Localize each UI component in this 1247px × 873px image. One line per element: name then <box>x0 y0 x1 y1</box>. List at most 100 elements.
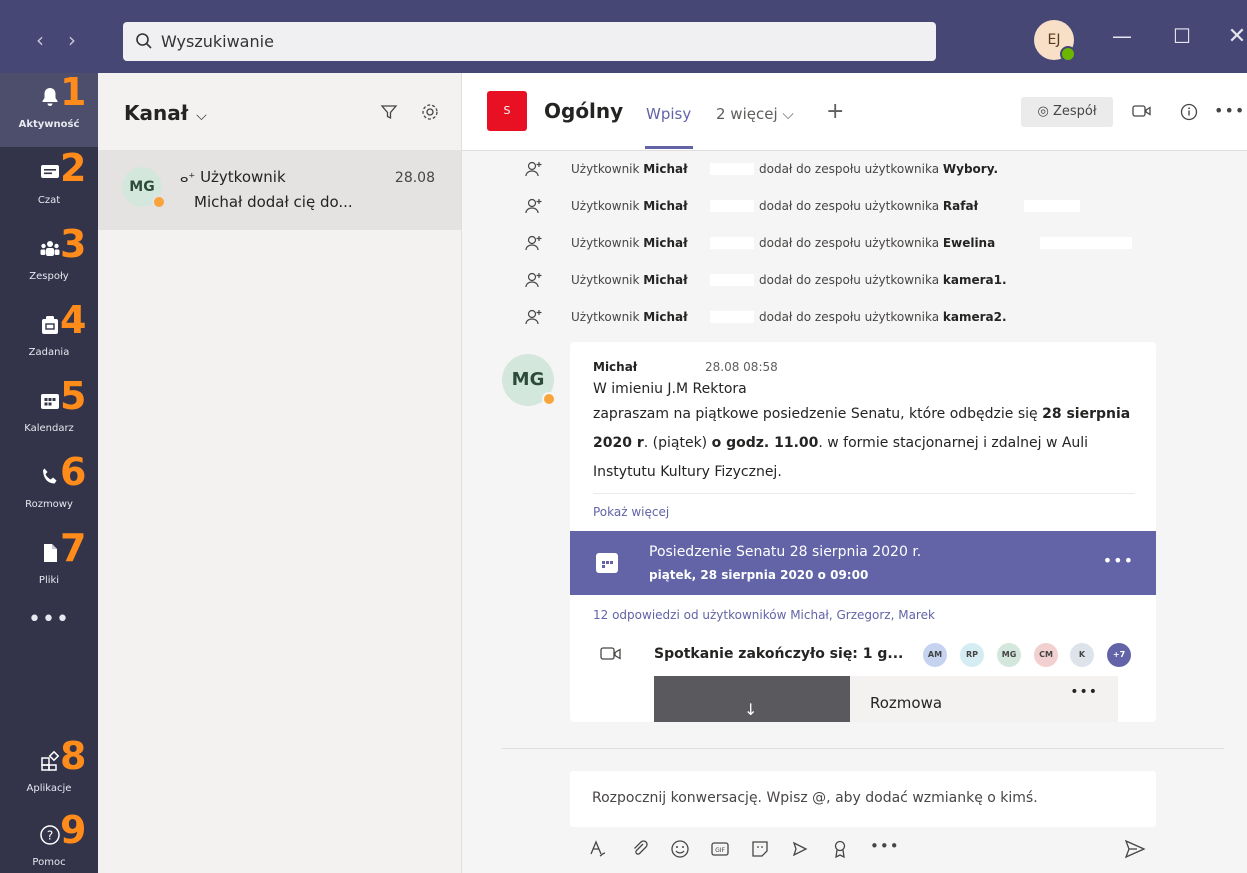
search-box[interactable]: Wyszukiwanie <box>123 22 936 61</box>
user-avatar[interactable]: EJ <box>1034 20 1076 62</box>
send-icon <box>1124 839 1146 859</box>
praise-icon[interactable] <box>830 839 850 863</box>
meet-video-icon[interactable] <box>1132 103 1152 123</box>
channel-title: Ogólny <box>544 99 624 123</box>
post-author-avatar[interactable]: MG <box>502 354 556 406</box>
rail-item-teams[interactable]: Zespoły 3 <box>0 225 98 299</box>
overlay-number: 7 <box>60 526 87 570</box>
team-avatar[interactable]: S <box>487 91 527 131</box>
calendar-icon <box>41 394 59 409</box>
avatar: MG <box>122 167 166 209</box>
replies-link[interactable]: 12 odpowiedzi od użytkowników Michał, Gr… <box>593 608 935 622</box>
recording-card[interactable]: Rozmowa ••• <box>850 676 1118 722</box>
user-add-icon <box>525 161 542 177</box>
gear-icon[interactable] <box>421 103 439 125</box>
compose-box[interactable]: Rozpocznij konwersację. Wpisz @, aby dod… <box>570 771 1156 827</box>
overlay-number: 3 <box>60 222 87 266</box>
back-arrow-icon[interactable]: ‹ <box>24 28 56 52</box>
info-icon[interactable] <box>1180 103 1198 125</box>
system-message-action: dodał do zespołu użytkownika kamera1. <box>759 273 1007 287</box>
overlay-number: 5 <box>60 374 87 418</box>
compose-placeholder: Rozpocznij konwersację. Wpisz @, aby dod… <box>592 790 1038 806</box>
rail-item-calendar[interactable]: Kalendarz 5 <box>0 377 98 451</box>
sticker-icon[interactable] <box>750 839 770 863</box>
participant-avatar[interactable]: RP <box>960 643 984 667</box>
recording-title: Rozmowa <box>870 694 943 712</box>
activity-feed-item[interactable]: MG ⴰ⁺ Użytkownik 28.08 Michał dodał cię … <box>98 150 461 230</box>
overlay-number: 2 <box>60 146 87 190</box>
chevron-down-icon: ⌵ <box>196 108 207 124</box>
redaction <box>710 274 754 286</box>
panel-actions <box>362 103 439 125</box>
post-line: W imieniu J.M Rektora <box>593 381 747 397</box>
bell-icon <box>42 88 58 106</box>
gif-icon[interactable]: GIF <box>710 839 730 863</box>
participant-avatar[interactable]: K <box>1070 643 1094 667</box>
send-button[interactable] <box>1124 839 1146 863</box>
tab-posts[interactable]: Wpisy <box>646 105 691 123</box>
sys-action: dodał do zespołu użytkownika <box>759 199 940 213</box>
panel-title[interactable]: Kanał ⌵ <box>124 101 207 125</box>
forward-arrow-icon[interactable]: › <box>56 28 88 52</box>
participant-avatar[interactable]: MG <box>997 643 1021 667</box>
more-participants-badge[interactable]: +7 <box>1107 643 1131 667</box>
more-options-icon[interactable]: ••• <box>1214 101 1245 120</box>
meet-now-icon[interactable] <box>790 839 810 863</box>
team-button[interactable]: ◎ Zespół <box>1021 97 1113 127</box>
post-author[interactable]: Michał <box>593 360 637 374</box>
overlay-number: 8 <box>60 734 87 778</box>
participant-avatar[interactable]: CM <box>1034 643 1058 667</box>
recording-thumbnail[interactable]: ↓ <box>654 676 850 722</box>
post-paragraph: zapraszam na piątkowe posiedzenie Senatu… <box>593 400 1143 487</box>
rail-item-help[interactable]: ? Pomoc 9 <box>0 811 98 873</box>
sys-prefix: Użytkownik <box>571 162 640 176</box>
add-tab-button[interactable]: + <box>826 99 844 124</box>
svg-text:?: ? <box>47 829 53 843</box>
meeting-ended-icon <box>600 647 621 660</box>
attach-icon[interactable] <box>630 839 650 863</box>
user-add-icon <box>525 235 542 251</box>
close-icon[interactable]: ✕ <box>1222 24 1247 49</box>
show-more-link[interactable]: Pokaż więcej <box>593 505 669 519</box>
assignments-icon <box>42 316 58 334</box>
format-icon[interactable] <box>588 839 608 863</box>
rail-label: Kalendarz <box>24 423 74 434</box>
rail-item-chat[interactable]: Czat 2 <box>0 149 98 223</box>
event-datetime: piątek, 28 sierpnia 2020 o 09:00 <box>649 568 869 582</box>
minimize-icon[interactable]: — <box>1107 24 1137 48</box>
post-body: W imieniu J.M Rektora zapraszam na piątk… <box>593 378 1143 487</box>
event-more-icon[interactable]: ••• <box>1103 551 1134 570</box>
rail-item-tasks[interactable]: Zadania 4 <box>0 301 98 375</box>
overlay-number: 6 <box>60 450 87 494</box>
rail-item-calls[interactable]: Rozmowy 6 <box>0 453 98 527</box>
nav-arrows: ‹ › <box>24 28 88 52</box>
post-timestamp: 28.08 08:58 <box>705 360 778 374</box>
sys-target: Rafał <box>942 199 979 213</box>
sys-action: dodał do zespołu użytkownika <box>759 310 940 324</box>
more-options-icon[interactable]: ••• <box>870 837 900 855</box>
rail-item-apps[interactable]: Aplikacje 8 <box>0 737 98 811</box>
tab-more-dropdown[interactable]: 2 więcej ⌵ <box>716 105 794 123</box>
recording-more-icon[interactable]: ••• <box>1070 684 1098 700</box>
channel-view: S Ogólny Wpisy 2 więcej ⌵ + ◎ Zespół •••… <box>462 73 1247 873</box>
maximize-icon[interactable]: ☐ <box>1167 24 1197 48</box>
presence-available-icon <box>1060 46 1076 62</box>
rail-item-activity[interactable]: Aktywność 1 <box>0 73 98 147</box>
user-add-icon <box>525 198 542 214</box>
meeting-event-card[interactable]: Posiedzenie Senatu 28 sierpnia 2020 r. p… <box>570 531 1156 595</box>
redaction <box>1040 237 1132 249</box>
feed-item-text: Michał dodał cię do... <box>194 193 353 211</box>
participant-avatar[interactable]: AM <box>923 643 947 667</box>
rail-more-button[interactable]: ••• <box>0 607 98 632</box>
filter-icon[interactable] <box>380 103 398 125</box>
team-button-label: Zespół <box>1052 104 1097 119</box>
rail-label: Zespoły <box>29 271 69 282</box>
system-message-actor: Użytkownik Michał <box>571 199 688 213</box>
sys-target: Ewelina <box>942 236 996 250</box>
sys-target: kamera1. <box>942 273 1007 287</box>
rail-item-files[interactable]: Pliki 7 <box>0 529 98 603</box>
presence-away-icon <box>152 195 166 209</box>
system-message-action: dodał do zespołu użytkownika Wybory. <box>759 162 998 176</box>
emoji-icon[interactable] <box>670 839 690 863</box>
sys-target: Wybory. <box>942 162 998 176</box>
